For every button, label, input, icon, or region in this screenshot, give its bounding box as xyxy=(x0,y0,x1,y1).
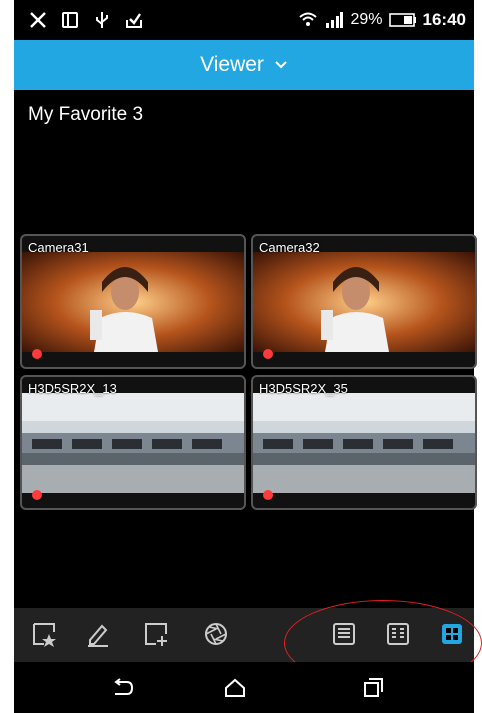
camera-name: H3D5SR2X_35 xyxy=(259,381,348,396)
camera-name: H3D5SR2X_13 xyxy=(28,381,117,396)
back-icon xyxy=(114,678,134,695)
camera-feed-image xyxy=(22,252,244,352)
layout-grid-4-icon xyxy=(442,624,462,644)
viewer-header[interactable]: Viewer xyxy=(14,40,474,90)
camera-feed-image xyxy=(22,393,244,493)
layout-grid-4-button[interactable] xyxy=(436,618,468,650)
usb-icon xyxy=(96,12,108,28)
chevron-down-icon xyxy=(275,61,287,69)
status-bar: 29% 16:40 xyxy=(14,0,474,40)
back-button[interactable] xyxy=(108,674,138,702)
status-left xyxy=(14,10,144,30)
bottom-toolbar xyxy=(14,608,474,662)
add-view-button[interactable] xyxy=(140,618,172,650)
android-navbar xyxy=(14,662,474,713)
tablet-icon xyxy=(62,12,78,28)
page-title: My Favorite 3 xyxy=(28,104,144,125)
aperture-button[interactable] xyxy=(200,618,232,650)
layout-grid-3-icon xyxy=(387,623,409,645)
recents-button[interactable] xyxy=(358,674,388,702)
wifi-icon xyxy=(299,12,318,26)
recording-indicator xyxy=(263,349,273,359)
home-icon xyxy=(225,678,245,697)
layout-list-icon xyxy=(333,623,355,645)
add-view-icon xyxy=(145,623,167,646)
camera-feed-image xyxy=(253,252,475,352)
camera-name: Camera32 xyxy=(259,240,320,255)
favorite-star-icon xyxy=(33,623,56,647)
camera-tile[interactable]: H3D5SR2X_13 xyxy=(20,375,246,510)
edit-pencil-icon xyxy=(88,624,108,647)
camera-feed-image xyxy=(253,393,475,493)
status-right: 29% 16:40 xyxy=(298,10,474,30)
camera-tile[interactable]: H3D5SR2X_35 xyxy=(251,375,477,510)
left-border xyxy=(0,0,14,713)
camera-tile[interactable]: Camera32 xyxy=(251,234,477,369)
edit-button[interactable] xyxy=(82,618,114,650)
recording-indicator xyxy=(263,490,273,500)
camera-name: Camera31 xyxy=(28,240,89,255)
download-icon xyxy=(126,13,142,28)
camera-tile[interactable]: Camera31 xyxy=(20,234,246,369)
recording-indicator xyxy=(32,349,42,359)
home-button[interactable] xyxy=(220,674,250,702)
battery-percent: 29% xyxy=(350,11,383,28)
favorite-button[interactable] xyxy=(28,618,60,650)
recents-icon xyxy=(364,678,383,697)
layout-grid-3-button[interactable] xyxy=(382,618,414,650)
recording-indicator xyxy=(32,490,42,500)
signal-icon xyxy=(326,12,344,28)
header-title: Viewer xyxy=(200,53,264,76)
aperture-icon xyxy=(205,623,227,645)
battery-icon xyxy=(388,13,416,27)
clock: 16:40 xyxy=(422,10,466,29)
camera-grid: Camera31 Camera32 H3D5SR2X_13 H3D5SR2X_3… xyxy=(20,234,477,510)
usb-debug-icon xyxy=(30,12,46,28)
layout-list-button[interactable] xyxy=(328,618,360,650)
